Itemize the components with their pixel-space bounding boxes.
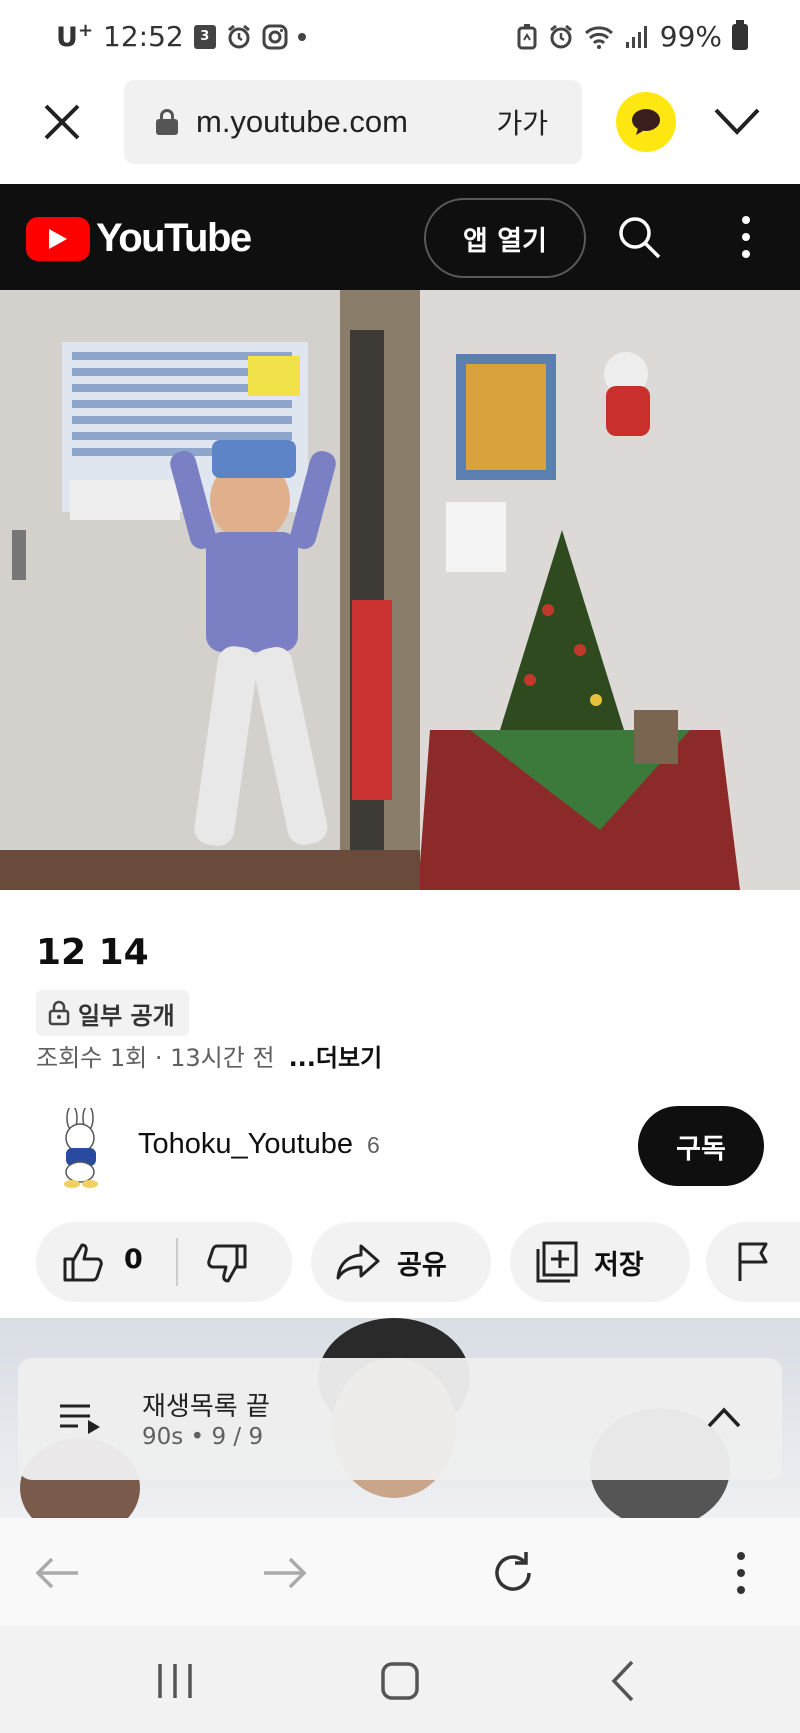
chevron-down-icon[interactable] xyxy=(712,104,762,140)
visibility-label: 일부 공개 xyxy=(78,1001,175,1030)
status-bar: U+ 12:52 3 99% xyxy=(0,0,800,76)
youtube-logo[interactable]: YouTube xyxy=(26,216,252,261)
subscribe-button[interactable]: 구독 xyxy=(638,1106,764,1186)
playlist-title: 재생목록 끝 xyxy=(142,1392,270,1422)
share-icon xyxy=(336,1244,380,1280)
video-player[interactable] xyxy=(0,290,800,890)
text-size-button[interactable]: 가가 xyxy=(496,102,548,142)
url-text: m.youtube.com xyxy=(196,104,408,139)
avatar[interactable] xyxy=(46,1108,116,1188)
reload-icon[interactable] xyxy=(488,1548,538,1598)
save-button[interactable]: 저장 xyxy=(510,1222,690,1302)
channel-row: Tohoku_Youtube 6 구독 xyxy=(36,1104,766,1194)
channel-name[interactable]: Tohoku_Youtube 6 xyxy=(138,1128,380,1161)
chevron-up-icon[interactable] xyxy=(706,1404,742,1430)
youtube-header: YouTube 앱 열기 xyxy=(0,184,800,290)
recent-apps-icon[interactable] xyxy=(150,1656,200,1706)
unlisted-lock-icon xyxy=(48,1000,70,1026)
address-field[interactable]: m.youtube.com 가가 xyxy=(124,80,582,164)
visibility-badge: 일부 공개 xyxy=(36,990,189,1036)
clock: 12:52 xyxy=(103,20,184,53)
chat-bubble-icon xyxy=(632,109,660,135)
thumbs-up-icon[interactable] xyxy=(62,1242,104,1282)
system-nav-bar xyxy=(0,1626,800,1733)
notification-badge-icon: 3 xyxy=(193,24,216,49)
video-meta: 조회수 1회 · 13시간 전 ...더보기 xyxy=(36,1038,382,1073)
like-count: 0 xyxy=(124,1244,143,1275)
back-icon[interactable] xyxy=(600,1656,650,1706)
alarm-icon-right xyxy=(549,24,572,48)
youtube-wordmark: YouTube xyxy=(96,216,252,260)
video-frame xyxy=(0,290,800,890)
like-dislike-group: 0 xyxy=(36,1222,292,1302)
playlist-progress: 90s • 9 / 9 xyxy=(142,1424,264,1450)
forward-arrow-icon[interactable] xyxy=(260,1548,310,1598)
lock-icon xyxy=(156,109,178,135)
back-arrow-icon[interactable] xyxy=(32,1548,82,1598)
report-button[interactable] xyxy=(706,1222,800,1302)
battery-icon xyxy=(732,19,748,50)
video-title: 12 14 xyxy=(36,932,149,973)
add-to-playlist-icon xyxy=(536,1241,578,1283)
playlist-bar[interactable]: 재생목록 끝 90s • 9 / 9 xyxy=(18,1358,782,1480)
save-label: 저장 xyxy=(594,1249,644,1281)
kakao-talk-button[interactable] xyxy=(616,92,676,152)
play-logo-icon xyxy=(26,216,90,261)
view-count: 조회수 1회 · 13시간 전 xyxy=(36,1044,275,1072)
open-app-button[interactable]: 앱 열기 xyxy=(424,198,586,278)
more-vert-icon[interactable] xyxy=(736,214,756,260)
wifi-icon xyxy=(584,25,613,49)
home-icon[interactable] xyxy=(375,1656,425,1706)
more-description-link[interactable]: ...더보기 xyxy=(289,1038,383,1073)
share-label: 공유 xyxy=(397,1249,447,1281)
flag-icon xyxy=(738,1242,768,1281)
playlist-icon xyxy=(60,1404,100,1434)
battery-saver-icon xyxy=(517,23,537,49)
battery-percent: 99% xyxy=(659,20,722,53)
browser-toolbar xyxy=(0,1518,800,1626)
instagram-icon xyxy=(262,24,288,49)
carrier-label: U+ xyxy=(56,20,94,53)
close-icon[interactable] xyxy=(40,100,84,144)
search-icon[interactable] xyxy=(616,214,662,260)
more-vert-icon[interactable] xyxy=(716,1548,766,1598)
alarm-icon xyxy=(227,24,250,48)
more-notifications-dot xyxy=(297,32,306,41)
divider xyxy=(176,1238,178,1286)
action-bar: 0 공유 저장 xyxy=(36,1222,800,1302)
subscriber-count: 6 xyxy=(367,1132,380,1158)
browser-url-bar: m.youtube.com 가가 xyxy=(0,76,800,184)
signal-icon xyxy=(625,25,647,48)
thumbs-down-icon[interactable] xyxy=(206,1244,248,1284)
share-button[interactable]: 공유 xyxy=(311,1222,491,1302)
